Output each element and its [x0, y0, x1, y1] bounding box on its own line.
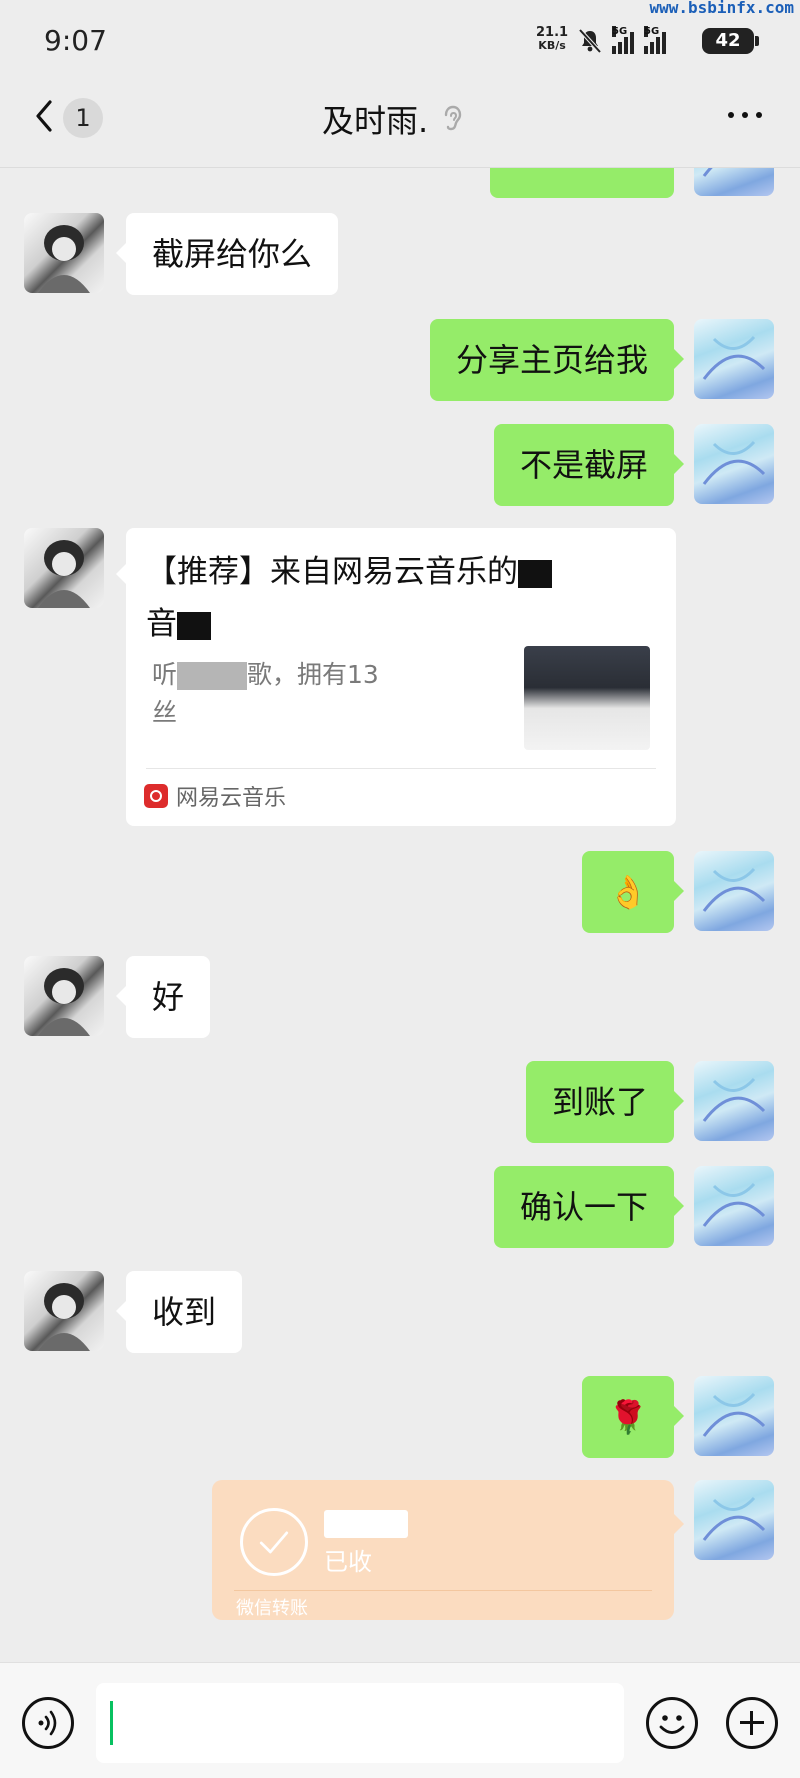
more-button[interactable]	[728, 112, 762, 118]
share-card-source: 网易云音乐	[144, 780, 286, 812]
message-bubble-outgoing[interactable]: 不是截屏	[493, 424, 685, 506]
plus-button[interactable]	[726, 1697, 778, 1749]
earpiece-icon	[444, 105, 462, 131]
emoji-icon	[659, 1715, 685, 1734]
chat-header: 1 及时雨.	[0, 80, 800, 168]
signal-icon: 5G	[612, 26, 634, 54]
message-bubble-outgoing[interactable]: 🌹	[582, 1376, 684, 1458]
emoji-button[interactable]	[646, 1697, 698, 1749]
message-bubble-incoming[interactable]: 收到	[115, 1271, 243, 1353]
my-avatar[interactable]	[694, 1376, 774, 1456]
my-avatar[interactable]	[694, 168, 774, 196]
status-icons: 5G 5G	[578, 26, 666, 54]
my-avatar[interactable]	[694, 424, 774, 504]
voice-button[interactable]	[22, 1697, 74, 1749]
battery-icon: 42	[702, 28, 759, 54]
status-bar: 9:07 www.bsbinfx.com 21.1 KB/s 5G 5G 42	[0, 0, 800, 80]
net-speed: 21.1 KB/s	[536, 26, 568, 52]
divider	[146, 768, 656, 769]
my-avatar[interactable]	[694, 1480, 774, 1560]
redacted-block	[518, 559, 552, 588]
chat-title: 及时雨.	[322, 102, 429, 140]
watermark: www.bsbinfx.com	[649, 0, 795, 17]
message-list[interactable]: 截屏给你么 分享主页给我 不是截屏 【推荐】来自网易云音乐的 音 听歌，拥有13…	[0, 168, 800, 1662]
message-input[interactable]	[96, 1683, 624, 1763]
my-avatar[interactable]	[694, 1061, 774, 1141]
share-card[interactable]: 【推荐】来自网易云音乐的 音 听歌，拥有13 丝 网易云音乐	[116, 528, 676, 826]
more-icon	[728, 112, 734, 118]
voice-icon	[38, 1710, 57, 1736]
share-card-title: 【推荐】来自网易云音乐的 音	[146, 546, 666, 650]
netease-music-icon	[144, 784, 168, 808]
divider	[234, 1590, 652, 1591]
check-circle-icon	[240, 1508, 308, 1576]
chat-title-group: 及时雨.	[322, 96, 464, 142]
bell-muted-icon	[578, 28, 602, 54]
signal-icon-2: 5G	[644, 26, 666, 54]
transfer-label: 微信转账	[236, 1598, 308, 1619]
status-time: 9:07	[44, 24, 107, 57]
redacted-block	[177, 662, 248, 690]
contact-avatar[interactable]	[24, 213, 104, 293]
share-card-description: 听歌，拥有13 丝	[152, 660, 379, 727]
my-avatar[interactable]	[694, 851, 774, 931]
share-card-thumbnail	[524, 646, 650, 750]
my-avatar[interactable]	[694, 1166, 774, 1246]
my-avatar[interactable]	[694, 319, 774, 399]
back-button[interactable]	[30, 96, 60, 136]
redacted-block	[177, 611, 211, 640]
contact-avatar[interactable]	[24, 956, 104, 1036]
network-type-2: 5G	[644, 26, 660, 37]
input-toolbar	[0, 1662, 800, 1778]
chevron-left-icon	[36, 100, 52, 132]
network-type-1: 5G	[612, 26, 628, 37]
transfer-status: 已收	[324, 1548, 372, 1576]
contact-avatar[interactable]	[24, 1271, 104, 1351]
text-caret	[110, 1701, 113, 1745]
contact-avatar[interactable]	[24, 528, 104, 608]
net-speed-unit: KB/s	[538, 39, 566, 52]
message-bubble-incoming[interactable]: 好	[115, 956, 211, 1038]
message-bubble-incoming[interactable]: 截屏给你么	[115, 213, 339, 295]
net-speed-value: 21.1	[536, 25, 569, 40]
message-bubble-outgoing[interactable]	[490, 168, 674, 198]
transfer-card[interactable]: 已收 微信转账	[212, 1480, 684, 1620]
message-bubble-outgoing[interactable]: 分享主页给我	[429, 319, 685, 401]
message-bubble-outgoing[interactable]: 确认一下	[493, 1166, 685, 1248]
unread-count-badge[interactable]: 1	[63, 98, 103, 138]
message-bubble-outgoing[interactable]: 到账了	[525, 1061, 685, 1143]
message-bubble-outgoing[interactable]: 👌	[582, 851, 684, 933]
redacted-amount	[324, 1510, 408, 1538]
